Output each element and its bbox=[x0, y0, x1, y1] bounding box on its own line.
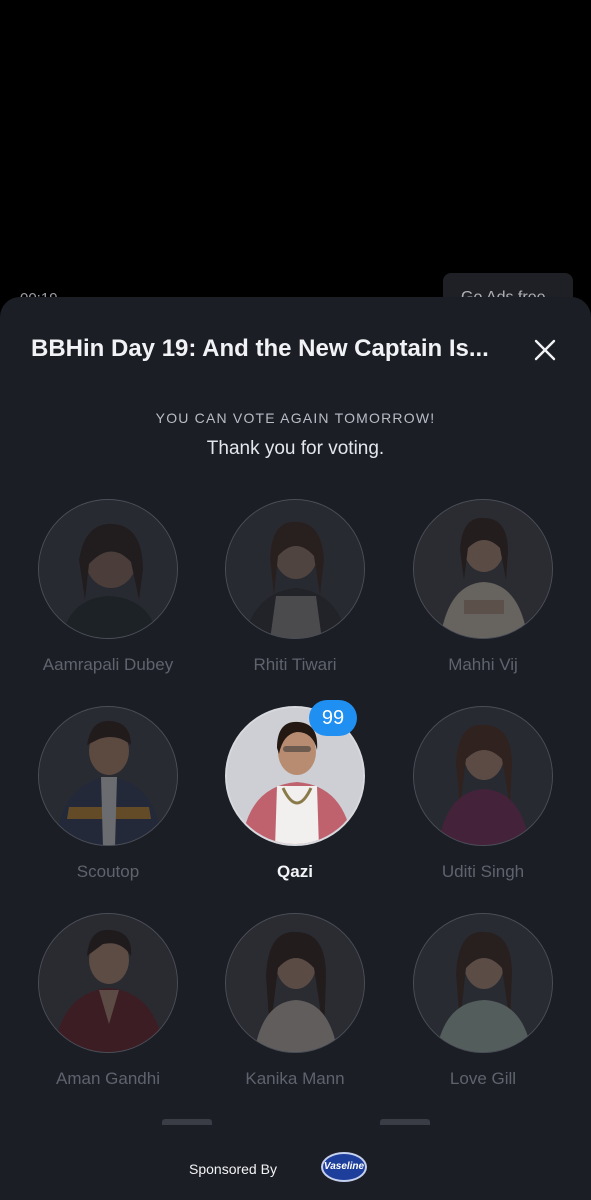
candidate-card[interactable]: Mahhi Vij bbox=[393, 499, 573, 675]
next-row-peek bbox=[162, 1119, 212, 1125]
candidate-avatar bbox=[225, 499, 365, 639]
candidate-avatar bbox=[38, 499, 178, 639]
candidate-name: Aman Gandhi bbox=[56, 1069, 160, 1088]
candidate-card[interactable]: Aman Gandhi bbox=[18, 913, 198, 1089]
candidate-name: Scoutop bbox=[76, 862, 140, 881]
candidate-name: Love Gill bbox=[449, 1069, 517, 1088]
candidate-card[interactable]: Love Gill bbox=[393, 913, 573, 1089]
candidate-name: Aamrapali Dubey bbox=[42, 655, 174, 674]
close-icon bbox=[534, 339, 556, 361]
candidate-card[interactable]: Aamrapali Dubey bbox=[18, 499, 198, 675]
candidate-name: Mahhi Vij bbox=[448, 655, 518, 674]
candidate-card[interactable]: Kanika Mann bbox=[205, 913, 385, 1089]
thank-you-message: Thank you for voting. bbox=[206, 438, 385, 459]
candidate-avatar bbox=[413, 499, 553, 639]
next-row-peek bbox=[380, 1119, 430, 1125]
candidate-name: Rhiti Tiwari bbox=[253, 655, 337, 674]
sponsor-label: Sponsored By bbox=[189, 1161, 277, 1177]
vote-count-badge: 99 bbox=[309, 700, 357, 736]
poll-title: BBHin Day 19: And the New Captain Is... bbox=[31, 335, 489, 362]
close-button[interactable] bbox=[528, 333, 562, 367]
candidate-card[interactable]: 99 Qazi bbox=[205, 700, 385, 882]
candidate-name: Kanika Mann bbox=[245, 1069, 345, 1088]
vote-bottom-sheet: BBHin Day 19: And the New Captain Is... … bbox=[0, 297, 591, 1200]
candidate-card[interactable]: Scoutop bbox=[18, 706, 198, 882]
candidate-avatar bbox=[413, 706, 553, 846]
sponsor-bar: Sponsored By Vaseline bbox=[0, 1150, 591, 1188]
candidate-avatar bbox=[225, 913, 365, 1053]
candidate-card[interactable]: Rhiti Tiwari bbox=[205, 499, 385, 675]
candidate-avatar bbox=[38, 706, 178, 846]
candidate-name-selected: Qazi bbox=[277, 862, 313, 881]
candidate-avatar bbox=[38, 913, 178, 1053]
candidate-name: Uditi Singh bbox=[441, 862, 525, 881]
sponsor-logo[interactable]: Vaseline bbox=[321, 1152, 367, 1182]
candidate-card[interactable]: Uditi Singh bbox=[393, 706, 573, 882]
vote-again-notice: YOU CAN VOTE AGAIN TOMORROW! bbox=[155, 410, 436, 426]
candidate-avatar bbox=[413, 913, 553, 1053]
